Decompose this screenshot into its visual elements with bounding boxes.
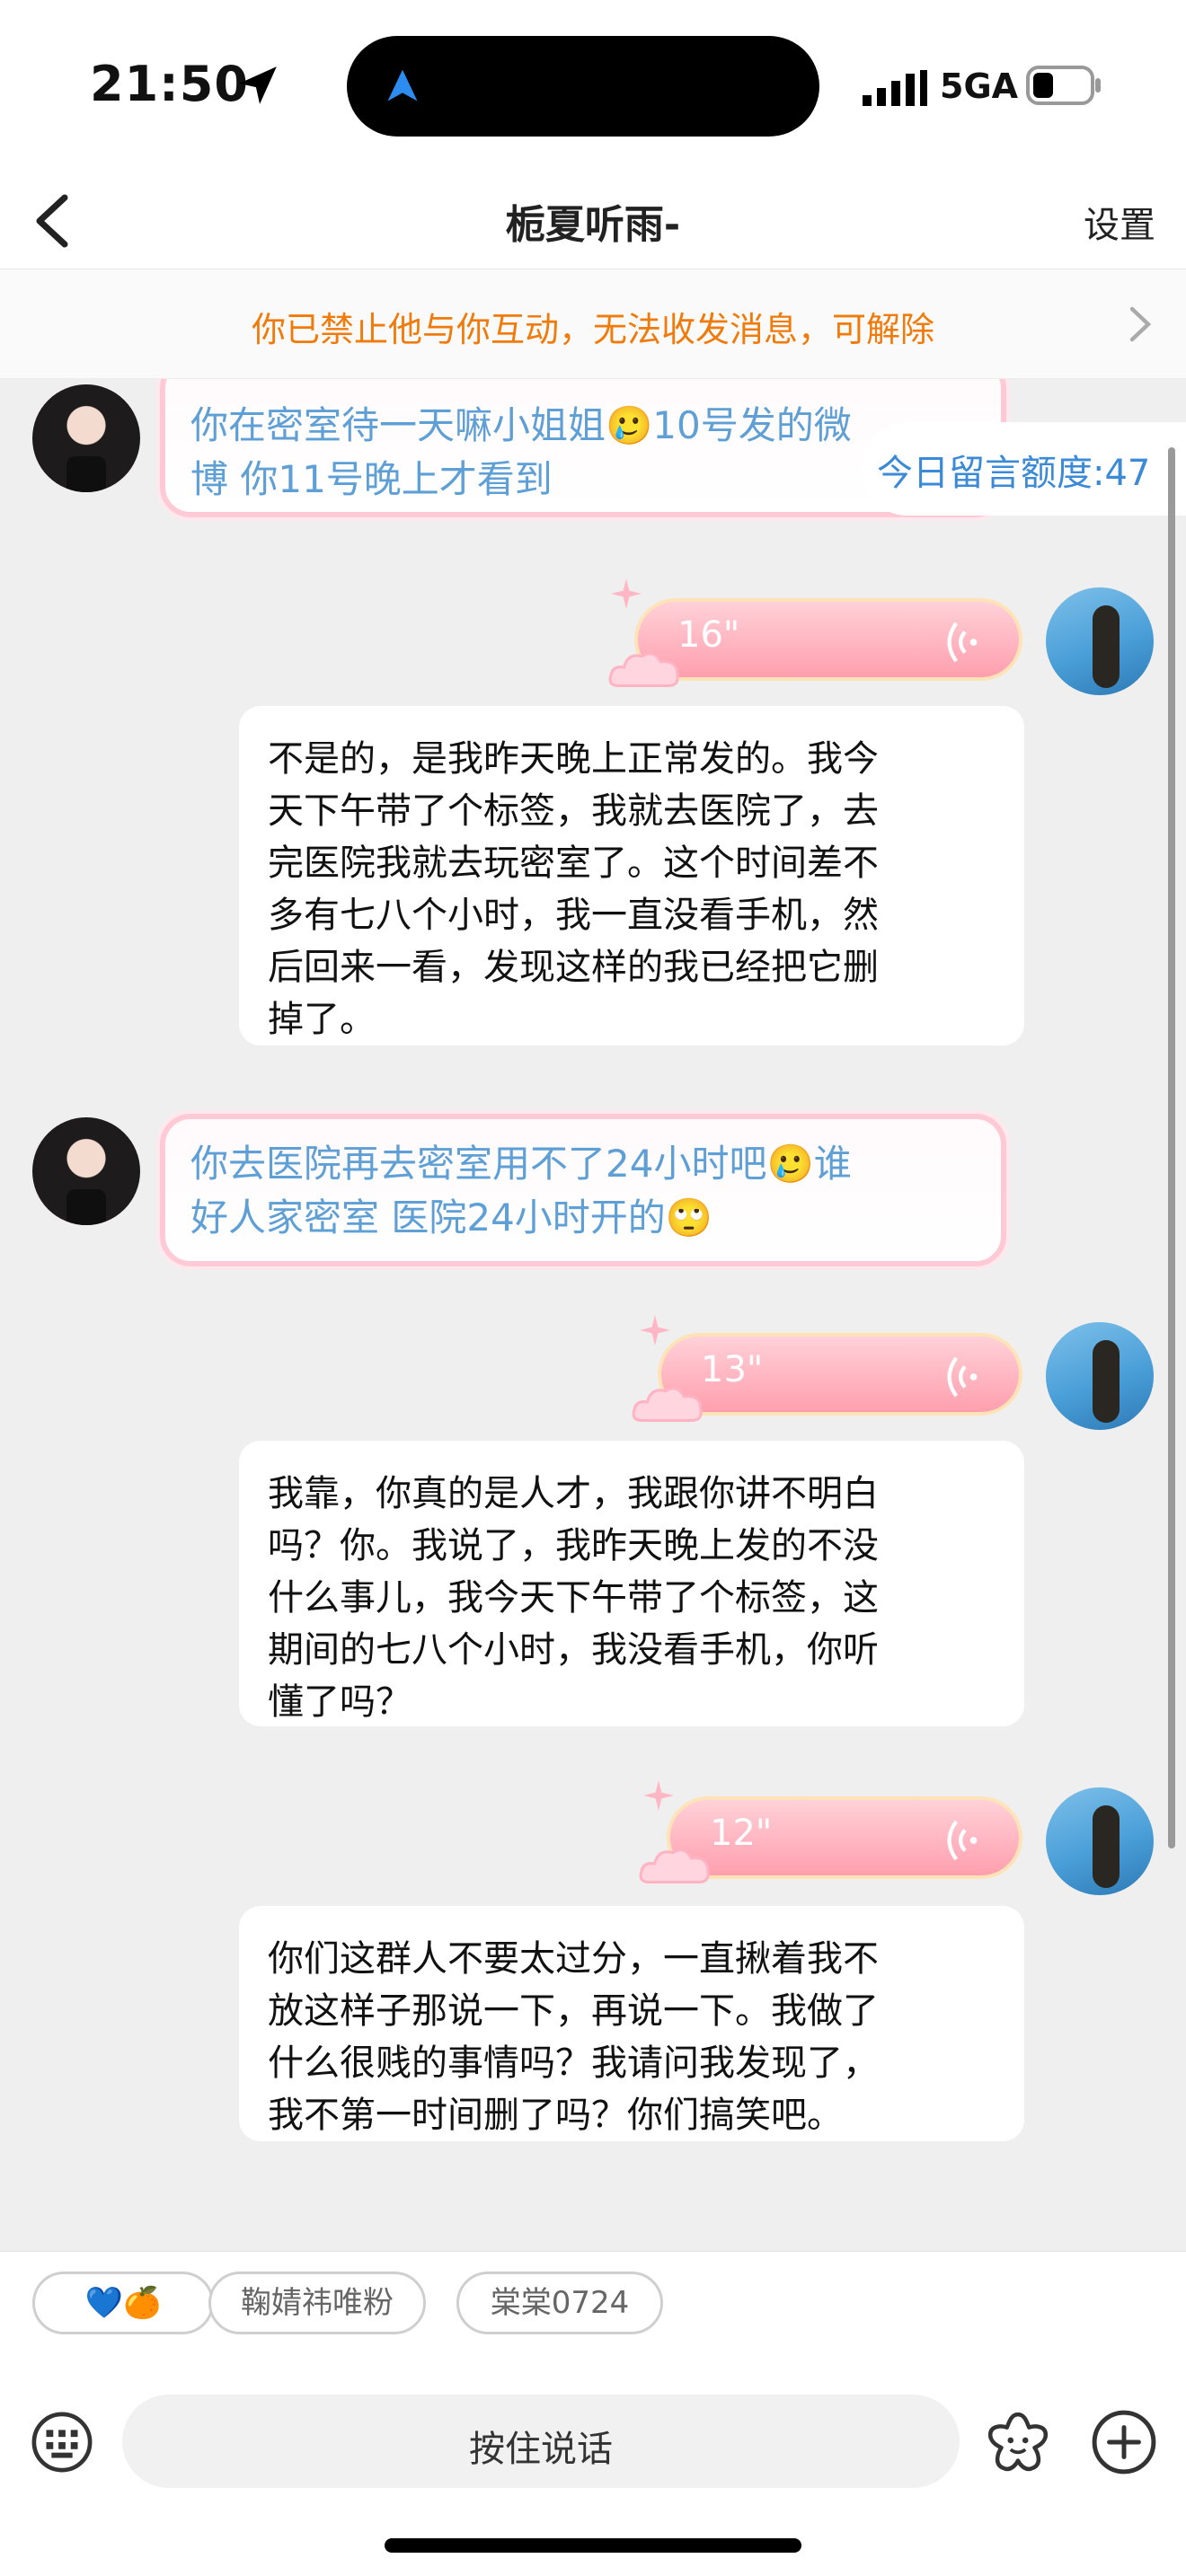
voice-duration: 13" bbox=[701, 1349, 764, 1390]
quick-reply-chip[interactable]: 棠棠0724 bbox=[456, 2272, 663, 2334]
cloud-sticker-icon bbox=[632, 1387, 703, 1422]
cloud-sticker-icon bbox=[639, 1848, 710, 1883]
dynamic-island bbox=[347, 36, 819, 137]
chat-area[interactable]: 你在密室待一天嘛小姐姐🥲10号发的微 博 你11号晚上才看到 16" 不是的，是… bbox=[0, 379, 1186, 2251]
message-line: 什么很贱的事情吗？我请问我发现了， bbox=[268, 2042, 879, 2084]
message-text: 你在密室待一天嘛小姐姐🥲10号发的微 bbox=[190, 403, 852, 447]
message-text: 博 你11号晚上才看到 bbox=[190, 457, 553, 501]
received-message-bubble[interactable]: 你去医院再去密室用不了24小时吧🥲谁 好人家密室 医院24小时开的🙄 bbox=[160, 1114, 1006, 1266]
message-line: 天下午带了个标签，我就去医院了，去 bbox=[268, 790, 879, 832]
voice-message-bubble[interactable]: 13" bbox=[658, 1333, 1022, 1416]
network-type: 5GA bbox=[940, 66, 1019, 106]
voice-duration: 12" bbox=[710, 1813, 773, 1854]
message-line: 后回来一看，发现这样的我已经把它删 bbox=[268, 947, 879, 988]
sparkle-icon bbox=[643, 1780, 674, 1811]
message-line: 掉了。 bbox=[268, 999, 376, 1040]
home-indicator bbox=[385, 2538, 801, 2553]
battery-icon bbox=[1026, 66, 1101, 105]
message-text: 好人家密室 医院24小时开的🙄 bbox=[190, 1195, 713, 1239]
flower-emoji-icon[interactable] bbox=[985, 2409, 1051, 2475]
avatar[interactable] bbox=[32, 1117, 140, 1225]
message-line: 我靠，你真的是人才，我跟你讲不明白 bbox=[268, 1473, 879, 1514]
message-line: 什么事儿，我今天下午带了个标签，这 bbox=[268, 1577, 879, 1619]
message-line: 期间的七八个小时，我没看手机，你听 bbox=[268, 1629, 879, 1671]
sparkle-icon bbox=[611, 578, 642, 609]
location-arrow-icon bbox=[239, 66, 277, 104]
sound-wave-icon bbox=[947, 622, 978, 663]
block-notice-banner[interactable]: 你已禁止他与你互动，无法收发消息，可解除 bbox=[0, 269, 1186, 379]
status-bar: 21:50 5GA bbox=[0, 0, 1186, 171]
chevron-right-icon bbox=[1129, 306, 1152, 342]
sound-wave-icon bbox=[947, 1820, 978, 1861]
message-line: 放这样子那说一下，再说一下。我做了 bbox=[268, 1990, 879, 2032]
avatar[interactable] bbox=[32, 384, 140, 492]
hold-to-talk-label: 按住说话 bbox=[469, 2429, 613, 2470]
nav-bar: 栀夏听雨- 设置 bbox=[0, 171, 1186, 269]
voice-message-bubble[interactable]: 16" bbox=[634, 598, 1022, 681]
plus-circle-icon[interactable] bbox=[1091, 2409, 1157, 2475]
banner-text: 你已禁止他与你互动，无法收发消息，可解除 bbox=[251, 310, 934, 349]
avatar[interactable] bbox=[1046, 1787, 1154, 1895]
message-line: 多有七八个小时，我一直没看手机，然 bbox=[268, 895, 879, 936]
keyboard-icon[interactable] bbox=[31, 2411, 93, 2474]
quick-reply-row: 💙🍊 鞠婧祎唯粉 棠棠0724 bbox=[0, 2251, 1186, 2359]
quick-reply-chip[interactable]: 鞠婧祎唯粉 bbox=[208, 2272, 426, 2334]
message-line: 我不第一时间删了吗？你们搞笑吧。 bbox=[268, 2095, 843, 2136]
quick-reply-chip[interactable]: 💙🍊 bbox=[32, 2272, 214, 2334]
quota-label: 今日留言额度:47 bbox=[877, 453, 1151, 494]
sparkle-icon bbox=[640, 1315, 670, 1345]
voice-duration: 16" bbox=[677, 614, 740, 656]
message-text: 你去医院再去密室用不了24小时吧🥲谁 bbox=[190, 1142, 852, 1186]
page-title: 栀夏听雨- bbox=[505, 202, 681, 248]
message-line: 不是的，是我昨天晚上正常发的。我今 bbox=[268, 738, 879, 780]
message-line: 吗？你。我说了，我昨天晚上发的不没 bbox=[268, 1525, 879, 1566]
sent-message-bubble[interactable]: 我靠，你真的是人才，我跟你讲不明白 吗？你。我说了，我昨天晚上发的不没 什么事儿… bbox=[239, 1441, 1024, 1726]
message-line: 完医院我就去玩密室了。这个时间差不 bbox=[268, 842, 879, 884]
navigation-arrow-icon bbox=[387, 69, 418, 101]
sound-wave-icon bbox=[947, 1356, 978, 1398]
message-line: 懂了吗？ bbox=[268, 1681, 412, 1723]
avatar[interactable] bbox=[1046, 1322, 1154, 1430]
scrollbar[interactable] bbox=[1168, 447, 1175, 1848]
cloud-sticker-icon bbox=[608, 652, 679, 687]
settings-button[interactable]: 设置 bbox=[1084, 196, 1155, 248]
voice-message-bubble[interactable]: 12" bbox=[667, 1796, 1022, 1879]
daily-quota-badge: 今日留言额度:47 bbox=[861, 422, 1186, 516]
hold-to-talk-button[interactable]: 按住说话 bbox=[122, 2395, 960, 2488]
status-time: 21:50 bbox=[90, 56, 249, 112]
sent-message-bubble[interactable]: 不是的，是我昨天晚上正常发的。我今 天下午带了个标签，我就去医院了，去 完医院我… bbox=[239, 706, 1024, 1045]
message-line: 你们这群人不要太过分，一直揪着我不 bbox=[268, 1938, 879, 1980]
avatar[interactable] bbox=[1046, 587, 1154, 695]
sent-message-bubble[interactable]: 你们这群人不要太过分，一直揪着我不 放这样子那说一下，再说一下。我做了 什么很贱… bbox=[239, 1906, 1024, 2141]
signal-icon bbox=[863, 70, 927, 106]
